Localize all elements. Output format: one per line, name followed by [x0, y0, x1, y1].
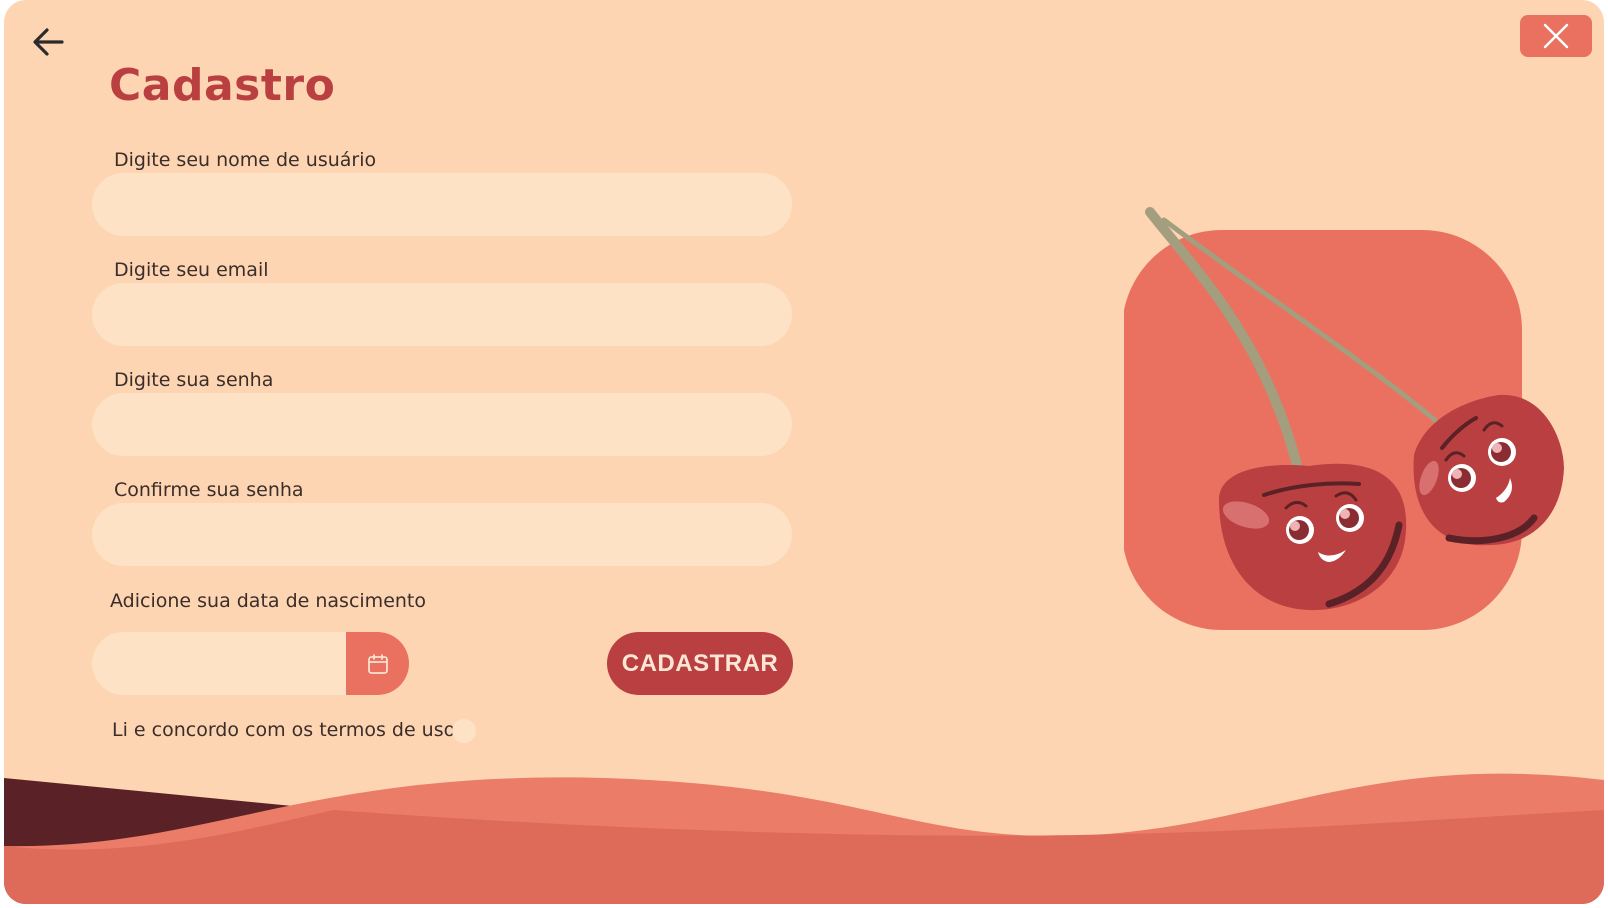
username-label: Digite seu nome de usuário — [114, 149, 377, 171]
page-title: Cadastro — [109, 60, 336, 111]
cherries-illustration — [1124, 207, 1564, 630]
birthdate-input[interactable] — [92, 632, 352, 695]
password-input[interactable] — [92, 393, 792, 456]
calendar-icon — [367, 653, 388, 674]
email-label: Digite seu email — [114, 259, 269, 281]
email-input[interactable] — [92, 283, 792, 346]
signup-window: Cadastro Digite seu nome de usuário Digi… — [4, 0, 1604, 904]
confirm-password-label: Confirme sua senha — [114, 479, 304, 501]
calendar-button[interactable] — [346, 632, 409, 695]
close-icon — [1543, 23, 1569, 49]
password-label: Digite sua senha — [114, 369, 274, 391]
terms-checkbox[interactable] — [452, 719, 476, 743]
arrow-left-icon — [33, 28, 64, 56]
submit-button[interactable]: CADASTRAR — [607, 632, 793, 695]
close-button[interactable] — [1520, 15, 1592, 57]
terms-label: Li e concordo com os termos de uso — [112, 719, 456, 741]
decorative-waves — [4, 773, 1604, 904]
birthdate-label: Adicione sua data de nascimento — [110, 590, 426, 612]
username-input[interactable] — [92, 173, 792, 236]
back-button[interactable] — [28, 22, 68, 62]
confirm-password-input[interactable] — [92, 503, 792, 566]
